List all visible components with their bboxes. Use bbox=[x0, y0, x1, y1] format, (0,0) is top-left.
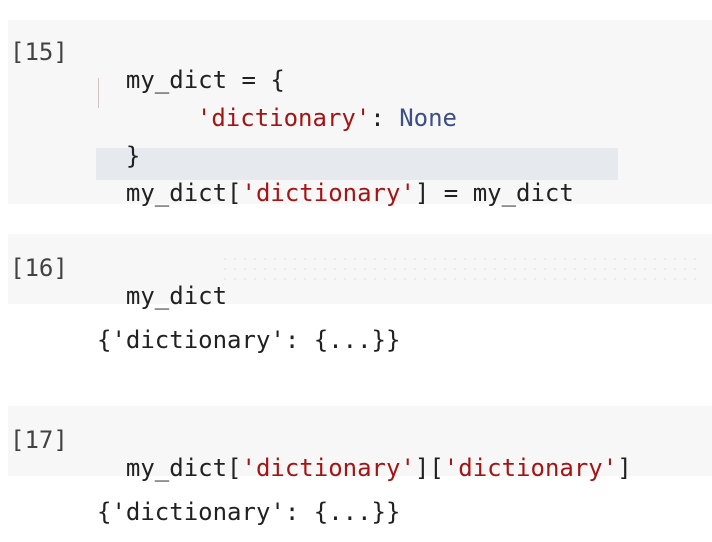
code-token-string: 'dictionary' bbox=[443, 454, 618, 482]
input-area-texture bbox=[220, 254, 704, 280]
code-token-var: my_dict[ bbox=[125, 454, 242, 482]
code-token-colon: : bbox=[370, 104, 400, 132]
code-line-2[interactable]: 'dictionary': None bbox=[168, 76, 457, 132]
code-token-keyword: None bbox=[399, 104, 457, 132]
code-line-1[interactable]: my_dict bbox=[97, 254, 227, 310]
execution-count-17: [17] bbox=[10, 426, 68, 454]
code-token-rest: ] = my_dict bbox=[414, 179, 574, 207]
code-token-string: 'dictionary' bbox=[196, 104, 371, 132]
code-token-var: my_dict bbox=[125, 282, 228, 310]
code-token-string: 'dictionary' bbox=[241, 454, 415, 482]
code-token-bracket: ] bbox=[617, 454, 632, 482]
execution-count-16: [16] bbox=[10, 254, 68, 282]
code-line-4[interactable]: my_dict['dictionary'] = my_dict bbox=[97, 151, 574, 207]
code-token-var: my_dict[ bbox=[125, 179, 242, 207]
code-token-bracket: ][ bbox=[414, 454, 444, 482]
cell-output-16: {'dictionary': {...}} bbox=[97, 326, 401, 354]
code-token-string: 'dictionary' bbox=[241, 179, 415, 207]
code-line-1[interactable]: my_dict['dictionary']['dictionary'] bbox=[97, 426, 632, 482]
cell-output-17: {'dictionary': {...}} bbox=[97, 498, 401, 526]
execution-count-15: [15] bbox=[10, 38, 68, 66]
